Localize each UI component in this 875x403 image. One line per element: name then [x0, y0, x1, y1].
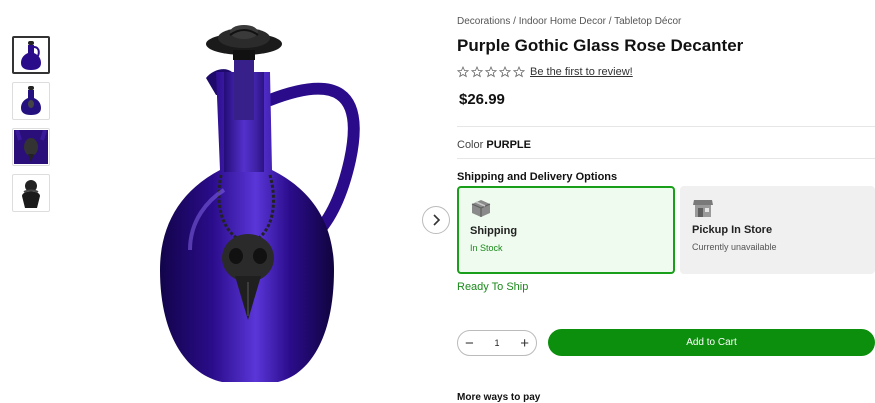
- main-product-image: [120, 20, 380, 392]
- pickup-option-status: Currently unavailable: [692, 242, 777, 252]
- write-review-link[interactable]: Be the first to review!: [530, 66, 633, 78]
- store-icon: [692, 198, 714, 223]
- shipping-heading: Shipping and Delivery Options: [457, 171, 618, 183]
- shipping-option-title: Shipping: [470, 225, 518, 237]
- ready-to-ship-text: Ready To Ship: [457, 281, 529, 293]
- thumbnail-list: [12, 36, 52, 220]
- thumbnail-4[interactable]: [12, 174, 50, 212]
- quantity-value[interactable]: 1: [494, 338, 499, 348]
- star-rating[interactable]: [457, 66, 525, 78]
- pickup-option-card[interactable]: Pickup In Store Currently unavailable: [680, 186, 875, 274]
- product-title: Purple Gothic Glass Rose Decanter: [457, 36, 744, 55]
- package-icon: [470, 199, 492, 222]
- star-outline-icon: [485, 66, 497, 78]
- thumbnail-3[interactable]: [12, 128, 50, 166]
- add-to-cart-button[interactable]: Add to Cart: [548, 329, 875, 356]
- next-image-button[interactable]: [422, 206, 450, 234]
- decanter-thumbnail-image: [21, 41, 41, 70]
- decanter-thumbnail-image: [22, 180, 40, 208]
- decrease-quantity-button[interactable]: −: [465, 336, 474, 351]
- decanter-image: [160, 25, 360, 382]
- breadcrumb-item-decorations[interactable]: Decorations: [457, 16, 510, 27]
- pickup-option-title: Pickup In Store: [692, 224, 773, 236]
- star-outline-icon: [499, 66, 511, 78]
- color-selector: Color PURPLE: [457, 139, 531, 151]
- divider: [457, 158, 875, 159]
- shipping-option-card[interactable]: Shipping In Stock: [457, 186, 675, 274]
- breadcrumb-separator: /: [510, 16, 519, 27]
- increase-quantity-button[interactable]: +: [520, 336, 529, 351]
- rating-row: Be the first to review!: [457, 66, 633, 78]
- star-outline-icon: [471, 66, 483, 78]
- quantity-stepper: − 1 +: [457, 330, 537, 356]
- thumbnail-2[interactable]: [12, 82, 50, 120]
- product-price: $26.99: [459, 91, 505, 108]
- breadcrumb-separator: /: [605, 16, 615, 27]
- divider: [457, 126, 875, 127]
- thumbnail-1[interactable]: [12, 36, 50, 74]
- chevron-right-icon: [433, 214, 441, 226]
- color-value: PURPLE: [486, 139, 531, 151]
- more-ways-to-pay-heading: More ways to pay: [457, 392, 541, 403]
- decanter-thumbnail-image: [21, 86, 41, 115]
- decanter-thumbnail-image: [14, 130, 48, 164]
- color-label: Color: [457, 139, 484, 151]
- star-outline-icon: [457, 66, 469, 78]
- shipping-option-status: In Stock: [470, 243, 503, 253]
- breadcrumb-item-indoor-home-decor[interactable]: Indoor Home Decor: [519, 16, 606, 27]
- breadcrumb-item-tabletop-decor[interactable]: Tabletop Décor: [614, 16, 681, 27]
- breadcrumb: Decorations / Indoor Home Decor / Tablet…: [457, 16, 681, 27]
- star-outline-icon: [513, 66, 525, 78]
